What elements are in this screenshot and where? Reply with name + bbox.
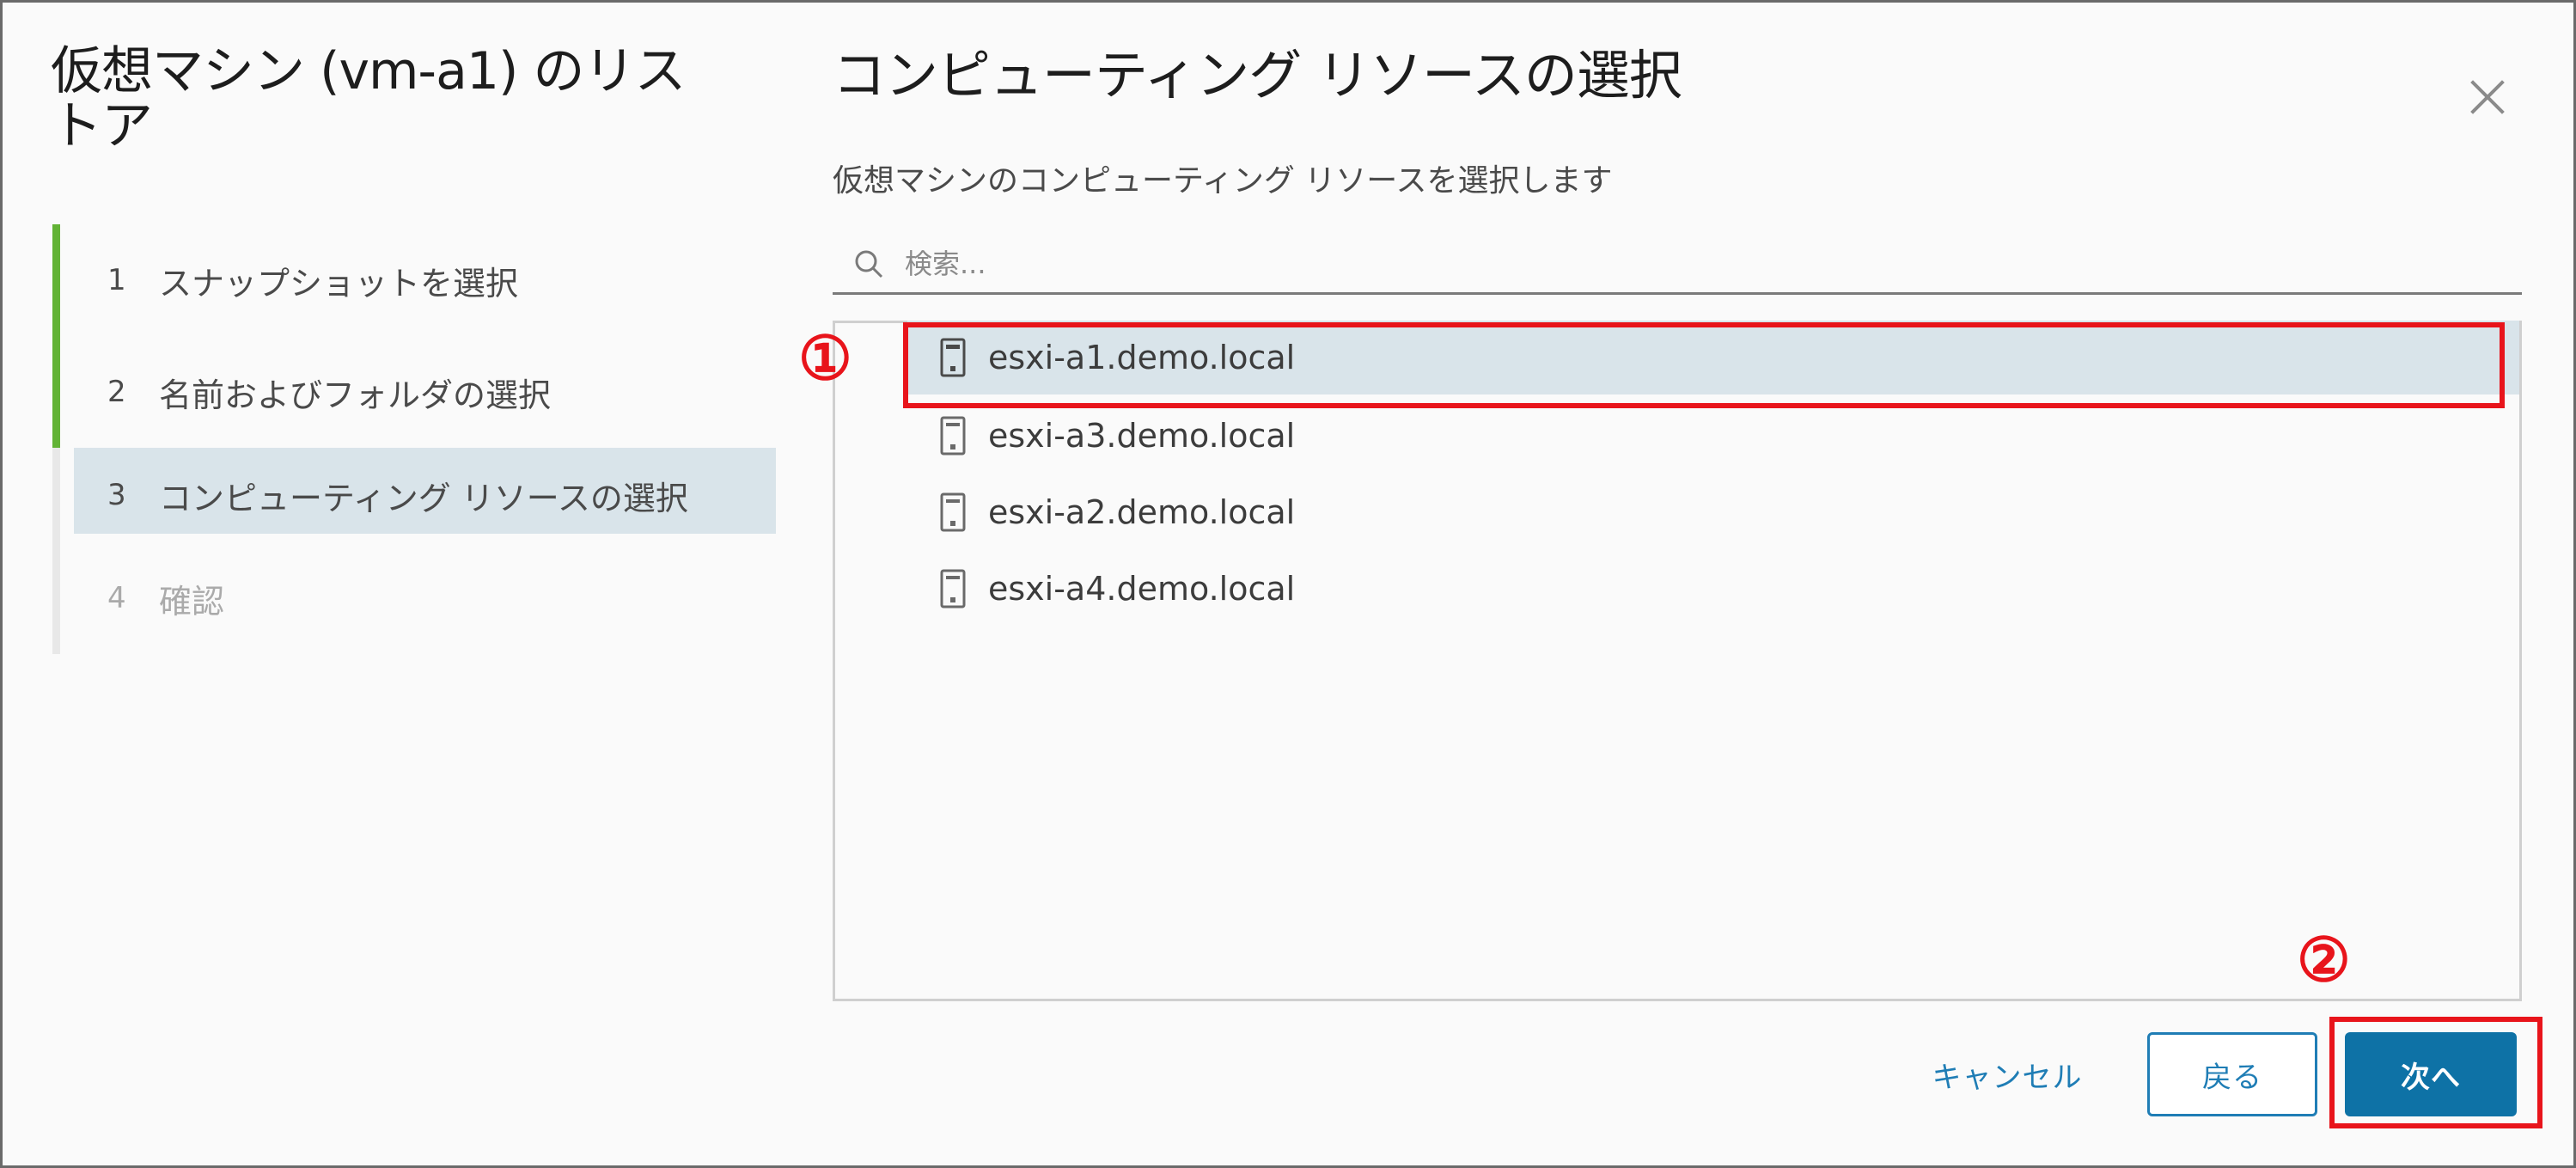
- content-title: コンピューティング リソースの選択: [833, 44, 1682, 107]
- host-server-icon: [940, 569, 966, 608]
- search-input[interactable]: [905, 240, 2503, 288]
- wizard-steps: 1 スナップショットを選択 2 名前およびフォルダの選択 3 コンピューティング…: [52, 224, 776, 654]
- host-label: esxi-a4.demo.local: [988, 570, 1296, 608]
- step-number: 3: [107, 478, 126, 512]
- step-label: スナップショットを選択: [159, 264, 519, 303]
- step-label: 確認: [159, 582, 225, 621]
- wizard-step-1[interactable]: 1 スナップショットを選択: [52, 224, 776, 336]
- next-button[interactable]: 次へ: [2345, 1032, 2517, 1116]
- annotation-marker-1: ①: [798, 322, 852, 394]
- host-server-icon: [940, 492, 966, 532]
- step-number: 1: [107, 263, 126, 297]
- close-icon[interactable]: [2462, 71, 2513, 123]
- host-label: esxi-a3.demo.local: [988, 417, 1296, 455]
- host-server-icon: [940, 416, 966, 456]
- back-button[interactable]: 戻る: [2147, 1032, 2317, 1116]
- compute-resource-tree: esxi-a1.demo.local esxi-a3.demo.local es…: [833, 321, 2522, 1001]
- content-subtitle: 仮想マシンのコンピューティング リソースを選択します: [833, 163, 1613, 199]
- host-row-esxi-a3[interactable]: esxi-a3.demo.local: [907, 399, 2519, 473]
- step-number: 2: [107, 375, 126, 409]
- wizard-step-3-current[interactable]: 3 コンピューティング リソースの選択: [52, 448, 776, 542]
- host-row-esxi-a2[interactable]: esxi-a2.demo.local: [907, 475, 2519, 549]
- host-row-esxi-a4[interactable]: esxi-a4.demo.local: [907, 552, 2519, 626]
- wizard-step-2[interactable]: 2 名前およびフォルダの選択: [52, 336, 776, 448]
- step-number: 4: [107, 581, 126, 615]
- search-icon: [855, 250, 883, 278]
- annotation-marker-2: ②: [2297, 924, 2351, 995]
- wizard-step-4: 4 確認: [52, 542, 776, 654]
- wizard-title: 仮想マシン (vm-a1) のリストア: [51, 41, 687, 156]
- step-label: 名前およびフォルダの選択: [159, 376, 552, 414]
- search-bar: [833, 235, 2522, 295]
- host-label: esxi-a2.demo.local: [988, 493, 1296, 531]
- restore-vm-dialog: 仮想マシン (vm-a1) のリストア 1 スナップショットを選択 2 名前およ…: [0, 0, 2576, 1168]
- cancel-button[interactable]: キャンセル: [1908, 1032, 2106, 1116]
- step-label: コンピューティング リソースの選択: [159, 479, 688, 517]
- annotation-box-1: [903, 322, 2505, 408]
